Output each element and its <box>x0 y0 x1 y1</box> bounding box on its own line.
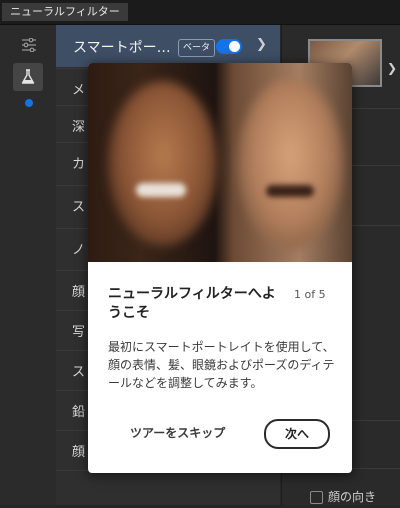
tour-step-indicator: 1 of 5 <box>294 288 326 301</box>
filter-item-empty <box>56 470 280 508</box>
mustache <box>266 185 314 197</box>
toggle-knob <box>229 41 240 52</box>
filter-item-label: ノ <box>72 243 86 258</box>
beta-badge: ベータ <box>178 39 216 57</box>
filter-item-label: ス <box>72 200 86 215</box>
filter-item-label: 顔 <box>72 445 86 460</box>
chevron-down-icon[interactable]: ❯ <box>387 61 397 75</box>
filter-item-label: メ <box>72 83 86 98</box>
welcome-tour-dialog: ニューラルフィルターへようこそ 1 of 5 最初にスマートポートレイトを使用し… <box>88 63 352 473</box>
active-indicator-dot <box>25 99 33 107</box>
flask-icon[interactable] <box>13 63 43 91</box>
filter-item-label: ス <box>72 365 86 380</box>
filter-item-label: 顔 <box>72 285 86 300</box>
left-rail <box>0 25 57 505</box>
filter-item-label: 写 <box>72 325 86 340</box>
tour-title: ニューラルフィルターへようこそ <box>108 286 276 321</box>
panel-tab-bar: ニューラルフィルター <box>0 0 400 25</box>
filter-name: スマートポー… <box>73 40 171 56</box>
filter-toggle[interactable] <box>216 39 242 54</box>
filter-item-label: 深 <box>72 120 86 135</box>
filter-item-label: 鉛 <box>72 405 86 420</box>
skip-tour-button[interactable]: ツアーをスキップ <box>130 424 225 441</box>
filter-item-label: カ <box>72 157 86 172</box>
filter-item-smart-portrait[interactable]: スマートポー… ベータ ❯ <box>56 25 280 67</box>
sliders-icon[interactable] <box>21 37 37 53</box>
chevron-right-icon[interactable]: ❯ <box>256 37 267 52</box>
tour-illustration <box>88 63 352 262</box>
face-before <box>108 81 218 246</box>
face-after <box>238 79 343 249</box>
face-direction-checkbox[interactable] <box>310 491 323 504</box>
next-button[interactable]: 次へ <box>264 419 330 449</box>
face-direction-label: 顔の向き <box>328 490 377 504</box>
tour-body-text: 最初にスマートポートレイトを使用して、顔の表情、髪、眼鏡およびポーズのディテール… <box>108 340 335 390</box>
panel-tab-neural-filters[interactable]: ニューラルフィルター <box>2 3 128 21</box>
smile <box>136 183 186 197</box>
